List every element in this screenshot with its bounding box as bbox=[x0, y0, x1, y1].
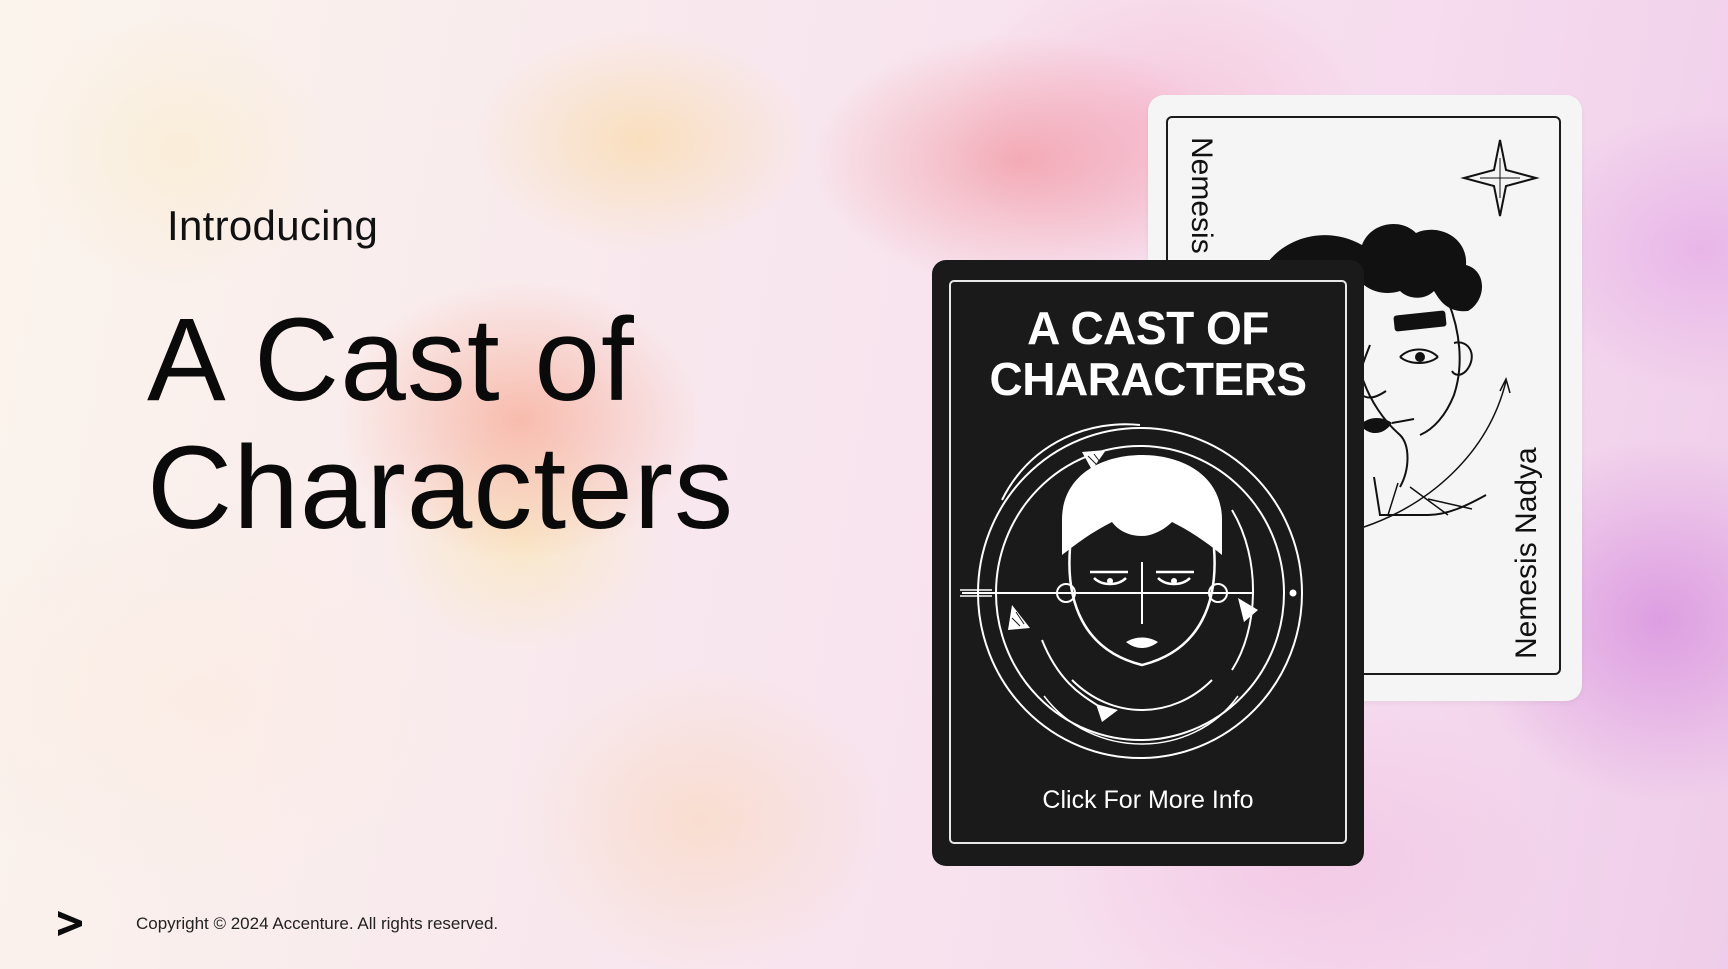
card-title-line-2: CHARACTERS bbox=[989, 353, 1308, 405]
accenture-chevron-icon bbox=[58, 911, 82, 936]
eyebrow-text: Introducing bbox=[167, 202, 379, 249]
more-info-link[interactable]: Click For More Info bbox=[1012, 780, 1284, 820]
card-name-bottom: Nemesis Nadya bbox=[1510, 447, 1543, 659]
card-title-line-1: A CAST OF bbox=[1027, 302, 1269, 354]
four-point-star-icon bbox=[1460, 139, 1540, 217]
card-title: A CAST OF CHARACTERS bbox=[932, 303, 1364, 405]
eye-icon bbox=[1399, 348, 1439, 364]
slide-title: A Cast of Characters bbox=[147, 296, 734, 552]
slide-title-line-1: A Cast of bbox=[147, 294, 635, 426]
copyright-text: Copyright © 2024 Accenture. All rights r… bbox=[136, 914, 499, 933]
slide-title-line-2: Characters bbox=[147, 422, 735, 554]
